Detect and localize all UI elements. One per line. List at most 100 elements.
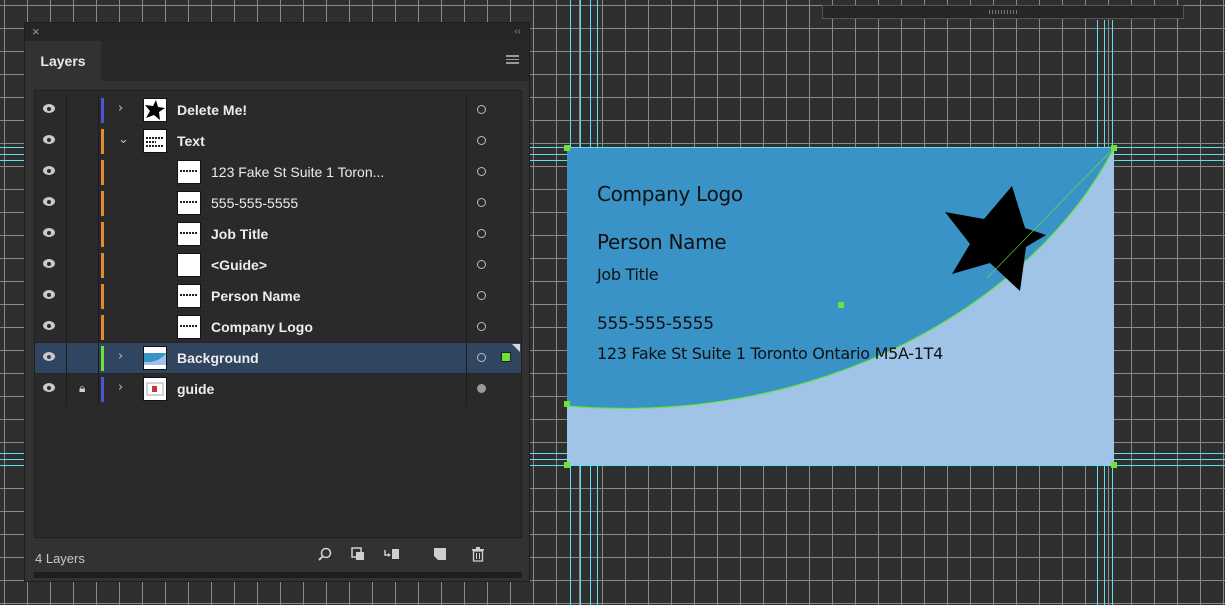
layer-thumbnail: [177, 315, 201, 339]
card-company-logo[interactable]: Company Logo: [597, 182, 743, 206]
layer-name[interactable]: Background: [177, 343, 259, 374]
visibility-eye-icon[interactable]: [43, 290, 55, 299]
column-divider: [466, 250, 467, 281]
visibility-eye-icon[interactable]: [43, 135, 55, 144]
column-divider: [466, 312, 467, 343]
target-circle-icon[interactable]: [477, 229, 486, 238]
selection-indicator-icon[interactable]: [501, 352, 511, 362]
visibility-eye-icon[interactable]: [43, 197, 55, 206]
layer-row[interactable]: Company Logo: [35, 312, 521, 343]
layer-row[interactable]: 123 Fake St Suite 1 Toron...: [35, 157, 521, 188]
target-circle-icon[interactable]: [477, 167, 486, 176]
layer-thumbnail: [177, 284, 201, 308]
layer-thumbnail: [177, 222, 201, 246]
column-divider: [98, 250, 99, 281]
card-person-name[interactable]: Person Name: [597, 230, 727, 254]
anchor-point[interactable]: [1111, 462, 1117, 468]
target-circle-icon[interactable]: [477, 353, 486, 362]
target-circle-icon[interactable]: [477, 136, 486, 145]
column-divider: [66, 343, 67, 374]
close-icon[interactable]: ×: [32, 23, 40, 41]
panel-tab-bar: Layers: [25, 41, 529, 81]
column-divider: [66, 126, 67, 157]
collapse-panel-icon[interactable]: ‹‹: [514, 23, 521, 41]
expand-toggle-icon[interactable]: ›: [118, 349, 123, 364]
target-circle-icon[interactable]: [477, 105, 486, 114]
layer-row[interactable]: ⌄ Text: [35, 126, 521, 157]
visibility-eye-icon[interactable]: [43, 321, 55, 330]
panel-menu-icon[interactable]: [506, 55, 519, 64]
visibility-eye-icon[interactable]: [43, 383, 55, 392]
column-divider: [98, 219, 99, 250]
scrollbar-grip[interactable]: [989, 10, 1019, 14]
column-divider: [98, 126, 99, 157]
layer-color-bar: [101, 222, 104, 247]
layer-name[interactable]: 555-555-5555: [211, 188, 298, 219]
create-sublayer-icon[interactable]: [384, 547, 400, 565]
target-circle-icon[interactable]: [477, 260, 486, 269]
column-divider: [66, 281, 67, 312]
card-phone[interactable]: 555-555-5555: [597, 314, 714, 334]
layer-row[interactable]: Person Name: [35, 281, 521, 312]
visibility-eye-icon[interactable]: [43, 259, 55, 268]
card-job-title[interactable]: Job Title: [597, 265, 659, 284]
layer-name[interactable]: guide: [177, 374, 214, 405]
expand-toggle-icon[interactable]: ›: [118, 101, 123, 116]
tab-layers[interactable]: Layers: [25, 41, 101, 81]
column-divider: [98, 343, 99, 374]
layer-color-bar: [101, 160, 104, 185]
layer-color-bar: [101, 253, 104, 278]
layer-color-bar: [101, 315, 104, 340]
target-circle-icon[interactable]: [477, 291, 486, 300]
make-clipping-mask-icon[interactable]: [351, 547, 365, 565]
visibility-eye-icon[interactable]: [43, 104, 55, 113]
panel-horizontal-scrollbar[interactable]: [34, 572, 522, 578]
layer-row[interactable]: 555-555-5555: [35, 188, 521, 219]
panel-footer: 4 Layers: [25, 541, 529, 575]
layer-list: › Delete Me! ⌄ Text 123 Fake St Suite 1 Toro…: [34, 90, 522, 538]
layer-name[interactable]: Person Name: [211, 281, 300, 312]
lock-icon[interactable]: 🔒︎: [79, 381, 85, 396]
anchor-point[interactable]: [1111, 145, 1117, 151]
anchor-point[interactable]: [564, 401, 570, 407]
card-address[interactable]: 123 Fake St Suite 1 Toronto Ontario M5A-…: [597, 344, 943, 363]
center-point[interactable]: [838, 302, 844, 308]
panel-title-bar[interactable]: × ‹‹: [25, 23, 529, 41]
layer-name[interactable]: <Guide>: [211, 250, 267, 281]
layer-row[interactable]: <Guide>: [35, 250, 521, 281]
target-circle-icon[interactable]: [477, 198, 486, 207]
layer-thumbnail: [177, 191, 201, 215]
layer-row[interactable]: › Background: [35, 343, 521, 374]
layer-thumbnail: [143, 346, 167, 370]
layer-name[interactable]: Job Title: [211, 219, 268, 250]
layer-name[interactable]: Company Logo: [211, 312, 313, 343]
layer-name[interactable]: Delete Me!: [177, 95, 247, 126]
expand-toggle-icon[interactable]: ›: [118, 380, 123, 395]
column-divider: [98, 157, 99, 188]
layer-name[interactable]: 123 Fake St Suite 1 Toron...: [211, 157, 384, 188]
layer-color-bar: [101, 346, 104, 371]
layer-name[interactable]: Text: [177, 126, 205, 157]
layer-thumbnail: [143, 377, 167, 401]
delete-layer-icon[interactable]: [471, 547, 485, 566]
column-divider: [98, 281, 99, 312]
visibility-eye-icon[interactable]: [43, 166, 55, 175]
visibility-eye-icon[interactable]: [43, 352, 55, 361]
column-divider: [66, 374, 67, 405]
expand-toggle-icon[interactable]: ⌄: [118, 132, 129, 147]
visibility-eye-icon[interactable]: [43, 228, 55, 237]
layer-row[interactable]: › Delete Me!: [35, 95, 521, 126]
anchor-point[interactable]: [564, 462, 570, 468]
target-circle-icon[interactable]: [477, 322, 486, 331]
column-divider: [98, 188, 99, 219]
layer-row[interactable]: 🔒︎ › guide: [35, 374, 521, 405]
locate-object-icon[interactable]: [318, 547, 332, 565]
column-divider: [466, 157, 467, 188]
column-divider: [466, 126, 467, 157]
layer-row[interactable]: Job Title: [35, 219, 521, 250]
canvas-top-scrollbar[interactable]: [822, 5, 1184, 19]
target-circle-icon[interactable]: [477, 384, 486, 393]
anchor-point[interactable]: [564, 145, 570, 151]
create-new-layer-icon[interactable]: [433, 547, 447, 565]
layer-color-bar: [101, 129, 104, 154]
